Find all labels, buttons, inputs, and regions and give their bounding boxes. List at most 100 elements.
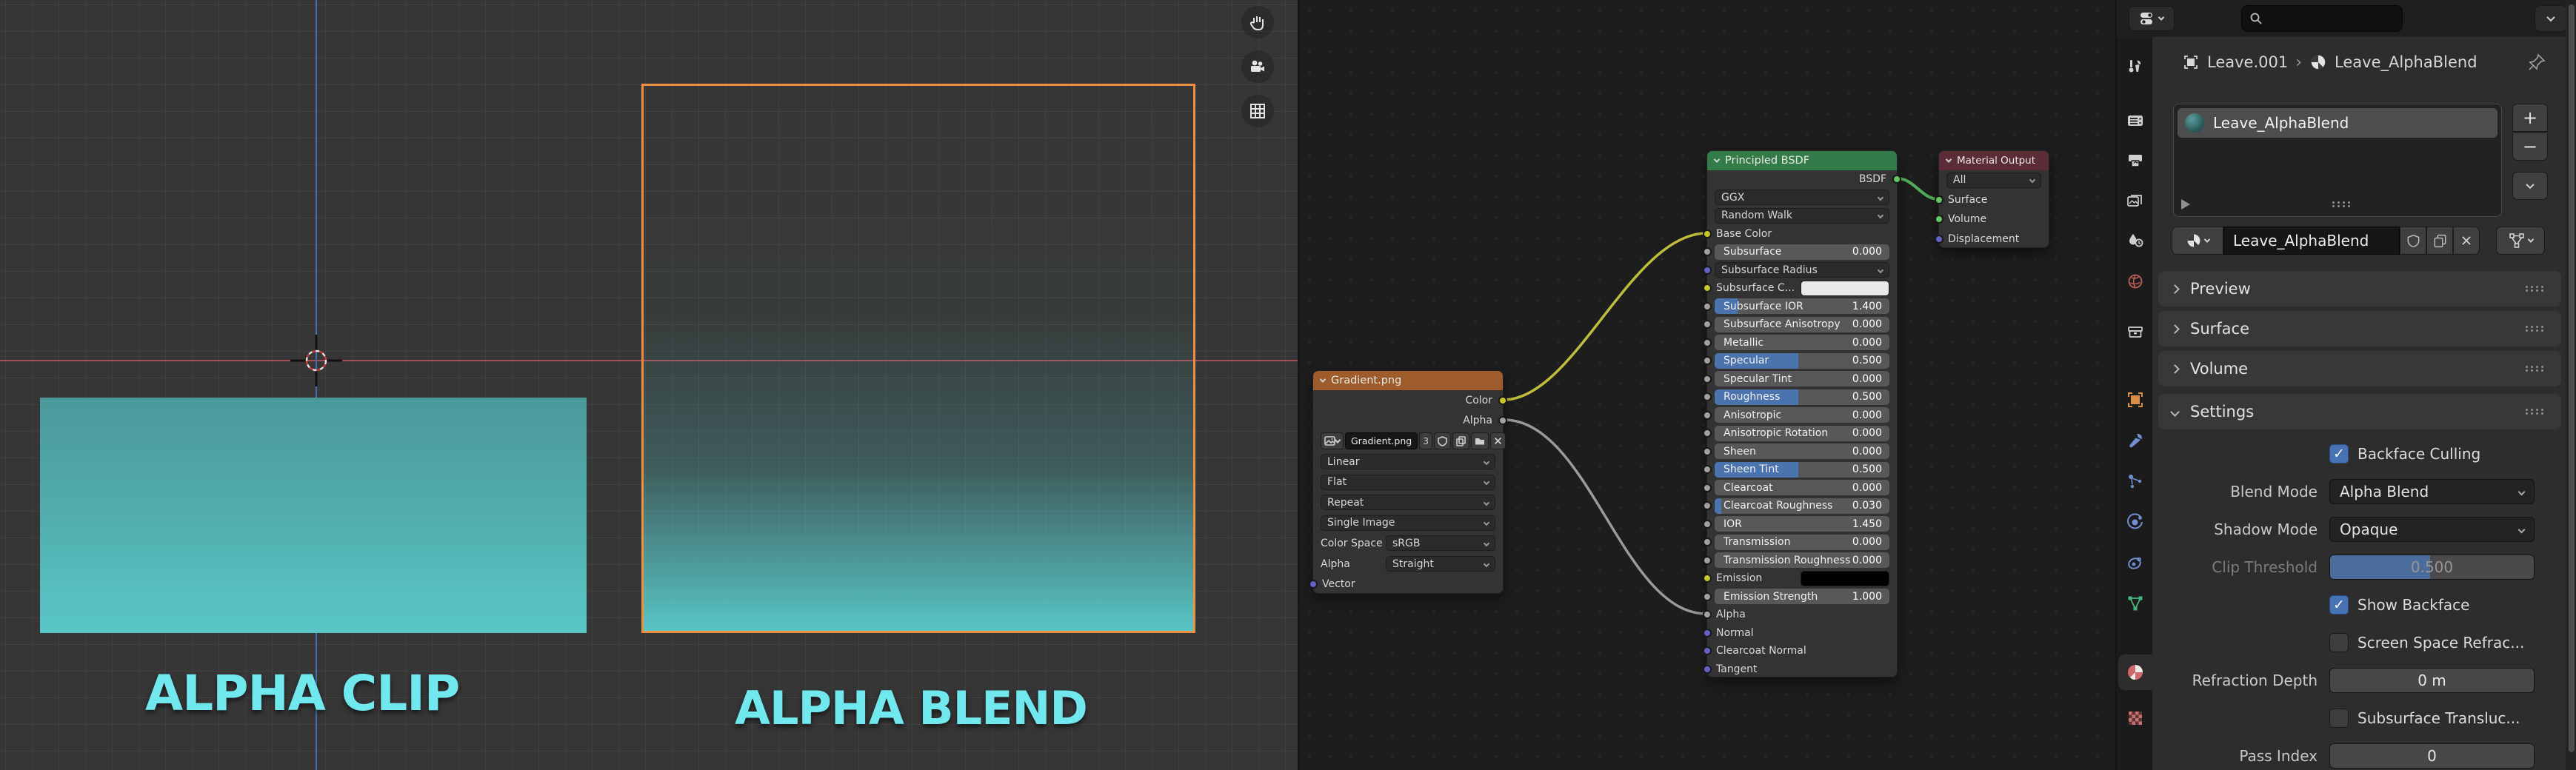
source-select[interactable]: Single Image <box>1321 515 1495 531</box>
color-space-select[interactable]: sRGB <box>1386 535 1495 551</box>
alpha-blend-plane[interactable] <box>641 84 1195 633</box>
input-socket[interactable] <box>1703 592 1712 601</box>
value-slider[interactable]: Sheen Tint 0.500 <box>1715 462 1889 478</box>
material-name-field[interactable]: Leave_AlphaBlend <box>2223 227 2400 255</box>
input-socket[interactable] <box>1703 501 1712 510</box>
checkbox[interactable]: ✓ <box>2329 444 2349 463</box>
collapse-chevron-icon[interactable] <box>1946 156 1952 162</box>
checkbox[interactable]: ✓ <box>2329 595 2349 615</box>
node-tree-button[interactable] <box>2496 227 2545 255</box>
input-socket[interactable] <box>1703 465 1712 474</box>
color-swatch[interactable] <box>1801 571 1889 586</box>
new-image-button[interactable] <box>1452 432 1469 449</box>
add-slot-button[interactable]: + <box>2512 104 2548 132</box>
camera-view-icon[interactable] <box>1241 50 1274 83</box>
input-socket[interactable] <box>1703 610 1712 619</box>
image-name-field[interactable]: Gradient.png <box>1345 432 1418 449</box>
header-options-button[interactable] <box>2535 5 2567 32</box>
tab-constraints[interactable] <box>2118 545 2152 580</box>
breadcrumb-object[interactable]: Leave.001 <box>2207 53 2288 71</box>
input-socket[interactable] <box>1703 447 1712 456</box>
unlink-material-button[interactable] <box>2453 227 2480 255</box>
collapsed-panel-header[interactable]: Preview <box>2158 271 2561 307</box>
input-socket[interactable] <box>1703 483 1712 492</box>
tab-world[interactable] <box>2118 264 2152 299</box>
tab-tool[interactable] <box>2118 49 2152 84</box>
pan-hand-icon[interactable] <box>1241 6 1274 38</box>
tab-view-layer[interactable] <box>2118 182 2152 218</box>
displacement-input-socket[interactable] <box>1935 235 1943 244</box>
node-select[interactable]: Subsurface Radius <box>1715 262 1889 278</box>
tab-modifiers[interactable] <box>2118 423 2152 458</box>
shader-node-editor[interactable]: Gradient.png Color Alpha Gradient.png 3 <box>1298 0 2115 770</box>
image-node-header[interactable]: Gradient.png <box>1313 371 1503 390</box>
collapsed-panel-header[interactable]: Surface <box>2158 311 2561 346</box>
volume-input-socket[interactable] <box>1935 215 1943 224</box>
projection-select[interactable]: Flat <box>1321 475 1495 490</box>
properties-scrollbar[interactable] <box>2566 0 2576 770</box>
input-socket[interactable] <box>1703 356 1712 365</box>
input-socket[interactable] <box>1703 574 1712 583</box>
tab-texture[interactable] <box>2118 700 2152 736</box>
alpha-clip-plane[interactable] <box>40 398 587 633</box>
extension-select[interactable]: Repeat <box>1321 495 1495 510</box>
input-socket[interactable] <box>1703 284 1712 292</box>
input-socket[interactable] <box>1703 266 1712 275</box>
tab-particles[interactable] <box>2118 463 2152 499</box>
input-socket[interactable] <box>1703 646 1712 655</box>
material-slot-list[interactable]: Leave_AlphaBlend <box>2173 104 2502 217</box>
browse-material-button[interactable] <box>2172 227 2223 255</box>
input-socket[interactable] <box>1703 556 1712 565</box>
value-slider[interactable]: Specular 0.500 <box>1715 353 1889 369</box>
open-image-button[interactable] <box>1471 432 1489 449</box>
input-socket[interactable] <box>1703 429 1712 438</box>
collapse-chevron-icon[interactable] <box>1320 376 1326 382</box>
panel-grip-icon[interactable] <box>2524 285 2546 292</box>
tab-material[interactable] <box>2118 654 2152 690</box>
tab-physics[interactable] <box>2118 504 2152 540</box>
material-slot-item[interactable]: Leave_AlphaBlend <box>2178 108 2497 138</box>
vector-input-socket[interactable] <box>1309 580 1318 589</box>
number-field[interactable]: 0 <box>2329 743 2535 769</box>
new-material-button[interactable] <box>2426 227 2453 255</box>
grid-ortho-icon[interactable] <box>1241 95 1274 127</box>
collapse-chevron-icon[interactable] <box>1714 156 1720 162</box>
input-socket[interactable] <box>1703 247 1712 256</box>
list-filter-toggle-icon[interactable] <box>2181 199 2190 210</box>
checkbox[interactable] <box>2329 633 2349 652</box>
input-socket[interactable] <box>1703 302 1712 311</box>
scrollbar-thumb[interactable] <box>2569 4 2575 752</box>
input-socket[interactable] <box>1703 230 1712 238</box>
tab-object-data[interactable] <box>2118 586 2152 621</box>
material-output-node[interactable]: Material Output All Surface Volume Displ… <box>1938 150 2049 248</box>
panel-grip-icon[interactable] <box>2524 365 2546 372</box>
panel-grip-icon[interactable] <box>2524 325 2546 332</box>
tab-output[interactable] <box>2118 143 2152 178</box>
properties-search-input[interactable] <box>2241 5 2403 32</box>
slot-specials-button[interactable] <box>2512 172 2548 200</box>
list-resize-grip-icon[interactable] <box>2331 201 2353 208</box>
node-select[interactable]: GGX <box>1715 190 1889 205</box>
tab-collection[interactable] <box>2118 314 2152 349</box>
value-slider[interactable]: Transmission 0.000 <box>1715 535 1889 550</box>
checkbox[interactable] <box>2329 709 2349 728</box>
interpolation-select[interactable]: Linear <box>1321 454 1495 469</box>
breadcrumb-material[interactable]: Leave_AlphaBlend <box>2335 53 2477 71</box>
panel-grip-icon[interactable] <box>2524 408 2546 415</box>
editor-type-button[interactable] <box>2129 6 2175 31</box>
input-socket[interactable] <box>1703 665 1712 674</box>
value-slider[interactable]: IOR 1.450 <box>1715 516 1889 532</box>
value-slider[interactable]: Roughness 0.500 <box>1715 389 1889 405</box>
settings-panel-header[interactable]: Settings <box>2158 394 2561 429</box>
output-node-header[interactable]: Material Output <box>1939 151 2049 170</box>
value-slider[interactable]: Metallic 0.000 <box>1715 335 1889 350</box>
surface-input-socket[interactable] <box>1935 195 1943 204</box>
input-socket[interactable] <box>1703 338 1712 347</box>
remove-slot-button[interactable]: − <box>2512 133 2548 161</box>
node-select[interactable]: Random Walk <box>1715 208 1889 224</box>
number-field[interactable]: 0 m <box>2329 668 2535 693</box>
value-slider[interactable]: Subsurface Anisotropy 0.000 <box>1715 317 1889 332</box>
value-slider[interactable]: Clearcoat Roughness 0.030 <box>1715 498 1889 514</box>
tab-scene[interactable] <box>2118 223 2152 258</box>
value-slider[interactable]: Transmission Roughness 0.000 <box>1715 552 1889 568</box>
